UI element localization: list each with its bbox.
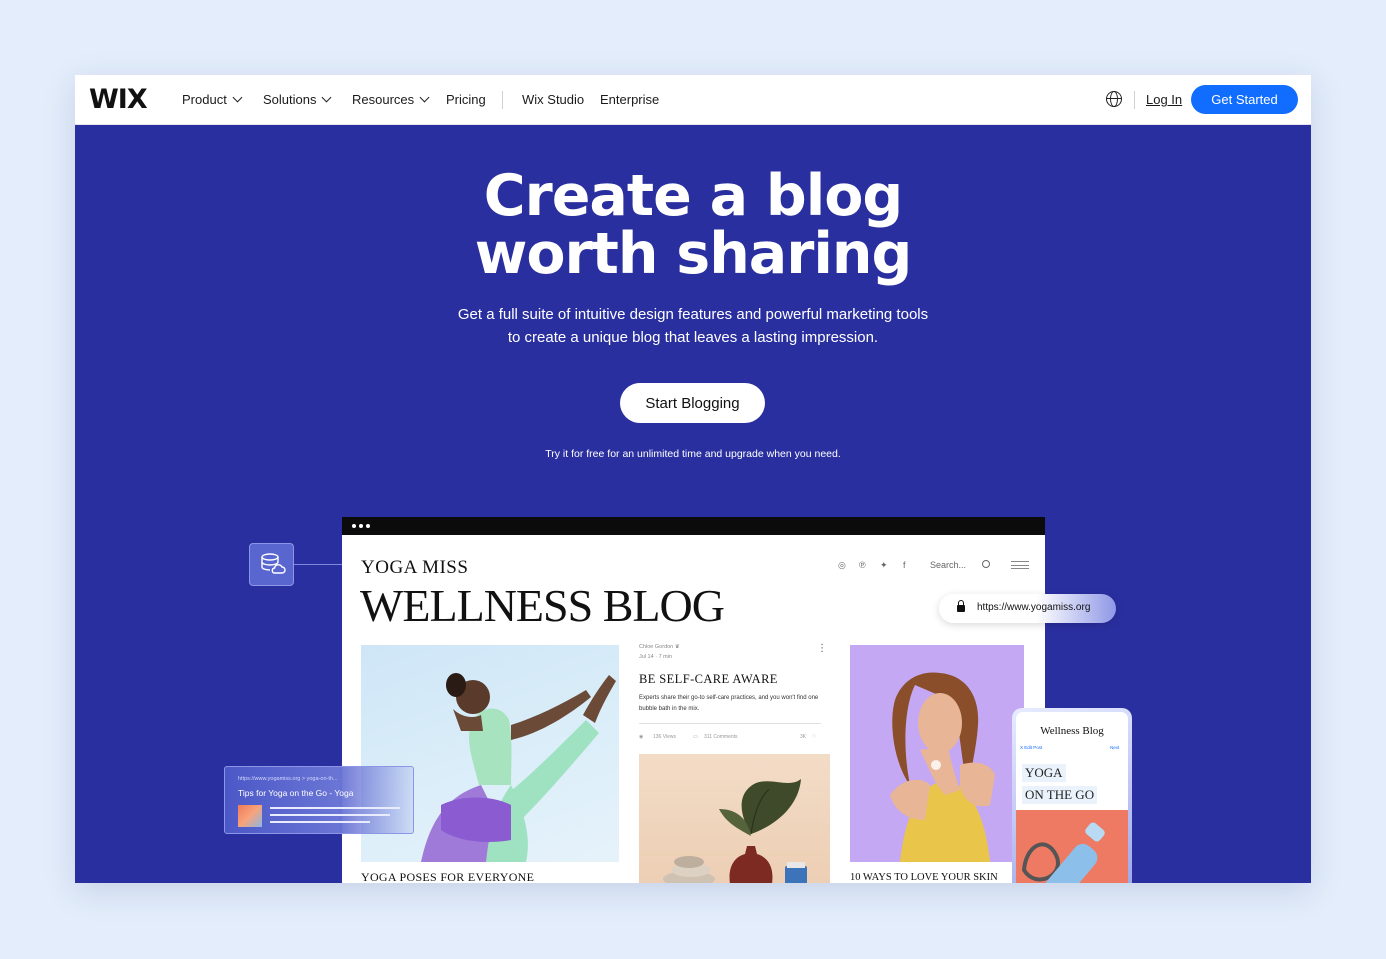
nav-item-label: Solutions bbox=[263, 92, 317, 107]
twitter-icon[interactable]: ✦ bbox=[880, 560, 888, 571]
plant-photo[interactable] bbox=[639, 754, 830, 883]
nav-item-resources[interactable]: Resources bbox=[352, 92, 430, 107]
site-url-bar[interactable]: https://www.yogamiss.org bbox=[939, 594, 1116, 623]
site-url: https://www.yogamiss.org bbox=[977, 602, 1091, 613]
menu-icon[interactable] bbox=[1011, 561, 1029, 569]
database-icon-box bbox=[249, 543, 294, 586]
chevron-down-icon bbox=[322, 92, 332, 103]
post-caption: YOGA POSES FOR EVERYONE bbox=[361, 870, 535, 883]
nav-item-label: Enterprise bbox=[600, 92, 660, 107]
eye-icon: ◉ bbox=[639, 734, 644, 740]
phone-headline-line[interactable]: YOGA bbox=[1022, 764, 1066, 782]
globe-icon[interactable] bbox=[1106, 91, 1122, 107]
facebook-icon[interactable]: f bbox=[903, 560, 906, 570]
hero-title-line: Create a blog bbox=[483, 163, 903, 229]
blog-brand-small: YOGA MISS bbox=[361, 557, 469, 578]
snippet-url: https://www.yogamiss.org > yoga-on-th... bbox=[238, 776, 338, 782]
hero-subtitle-line: to create a unique blog that leaves a la… bbox=[507, 329, 879, 346]
post-date: Jul 14 · 7 min bbox=[639, 654, 673, 660]
nav-item-label: Product bbox=[182, 92, 227, 107]
post-title[interactable]: BE SELF-CARE AWARE bbox=[639, 672, 778, 687]
snippet-thumbnail bbox=[238, 805, 262, 827]
skincare-photo[interactable] bbox=[850, 645, 1024, 862]
nav-divider bbox=[502, 91, 503, 109]
login-link[interactable]: Log In bbox=[1146, 92, 1182, 107]
plant-vase-illustration bbox=[663, 779, 807, 883]
window-dot bbox=[352, 524, 356, 528]
blog-brand-large: WELLNESS BLOG bbox=[360, 580, 725, 631]
nav-item-enterprise[interactable]: Enterprise bbox=[600, 92, 659, 107]
hero-title: Create a blog worth sharing bbox=[75, 167, 1311, 283]
pinterest-icon[interactable]: ℗ bbox=[859, 560, 866, 570]
phone-headline-line[interactable]: ON THE GO bbox=[1022, 786, 1098, 804]
window-dot bbox=[366, 524, 370, 528]
nav-item-solutions[interactable]: Solutions bbox=[263, 92, 332, 107]
mobile-editor-preview: Wellness Blog X Edit Post Next YOGA ON T… bbox=[1012, 708, 1132, 883]
nav-item-label: Wix Studio bbox=[522, 92, 585, 107]
next-link[interactable]: Next bbox=[1110, 745, 1119, 750]
nav-divider bbox=[1134, 91, 1135, 109]
hero-title-line: worth sharing bbox=[474, 221, 913, 287]
phone-screen: Wellness Blog X Edit Post Next YOGA ON T… bbox=[1016, 712, 1128, 883]
post-comments: 311 Comments bbox=[704, 734, 738, 740]
edit-post-link[interactable]: X Edit Post bbox=[1020, 745, 1042, 750]
nav-item-pricing[interactable]: Pricing bbox=[446, 92, 486, 107]
post-caption: 10 WAYS TO LOVE YOUR SKIN bbox=[850, 872, 998, 883]
search-icon[interactable] bbox=[982, 560, 990, 568]
window-dot bbox=[359, 524, 363, 528]
snippet-text-line bbox=[270, 814, 390, 816]
nav-item-wix-studio[interactable]: Wix Studio bbox=[522, 92, 584, 107]
window-title-bar bbox=[342, 517, 1045, 535]
browser-viewport: WIX Product Solutions Resources Pricing … bbox=[75, 75, 1311, 883]
connector-line bbox=[294, 564, 342, 565]
free-trial-note: Try it for free for an unlimited time an… bbox=[545, 448, 841, 460]
more-options-icon[interactable]: ⋮ bbox=[817, 643, 827, 654]
heart-icon[interactable]: ♡ bbox=[812, 734, 816, 740]
instagram-icon[interactable]: ◎ bbox=[838, 560, 846, 571]
water-bottle-illustration bbox=[1021, 822, 1105, 883]
skincare-illustration bbox=[890, 672, 995, 862]
snippet-title: Tips for Yoga on the Go - Yoga bbox=[238, 788, 354, 798]
nav-item-label: Pricing bbox=[446, 92, 486, 107]
database-icon bbox=[261, 553, 286, 574]
post-divider bbox=[639, 723, 821, 724]
lock-icon bbox=[957, 600, 965, 612]
chevron-down-icon bbox=[232, 92, 243, 103]
post-author: Chloe Gordon ♛ bbox=[639, 644, 680, 650]
blog-search-field[interactable]: Search... bbox=[930, 560, 966, 570]
chevron-down-icon bbox=[419, 92, 430, 103]
post-views: 136 Views bbox=[653, 734, 676, 740]
comment-icon: ▭ bbox=[693, 734, 698, 740]
top-navigation: WIX Product Solutions Resources Pricing … bbox=[75, 75, 1311, 125]
water-bottle-photo bbox=[1016, 810, 1128, 883]
hero-subtitle-line: Get a full suite of intuitive design fea… bbox=[457, 306, 929, 323]
blog-preview-window: YOGA MISS WELLNESS BLOG ◎ ℗ ✦ f Search..… bbox=[342, 517, 1045, 883]
hero-subtitle: Get a full suite of intuitive design fea… bbox=[393, 303, 993, 349]
get-started-button[interactable]: Get Started bbox=[1191, 85, 1298, 114]
search-result-snippet: https://www.yogamiss.org > yoga-on-th...… bbox=[224, 766, 414, 834]
snippet-text-line bbox=[270, 821, 370, 823]
start-blogging-button[interactable]: Start Blogging bbox=[620, 383, 765, 423]
wix-logo[interactable]: WIX bbox=[89, 84, 148, 115]
nav-item-product[interactable]: Product bbox=[182, 92, 243, 107]
post-excerpt: Experts share their go-to self-care prac… bbox=[639, 695, 819, 712]
snippet-text-line bbox=[270, 807, 400, 809]
phone-blog-title: Wellness Blog bbox=[1040, 725, 1104, 737]
post-likes: 3K bbox=[800, 734, 807, 740]
nav-item-label: Resources bbox=[352, 92, 415, 107]
